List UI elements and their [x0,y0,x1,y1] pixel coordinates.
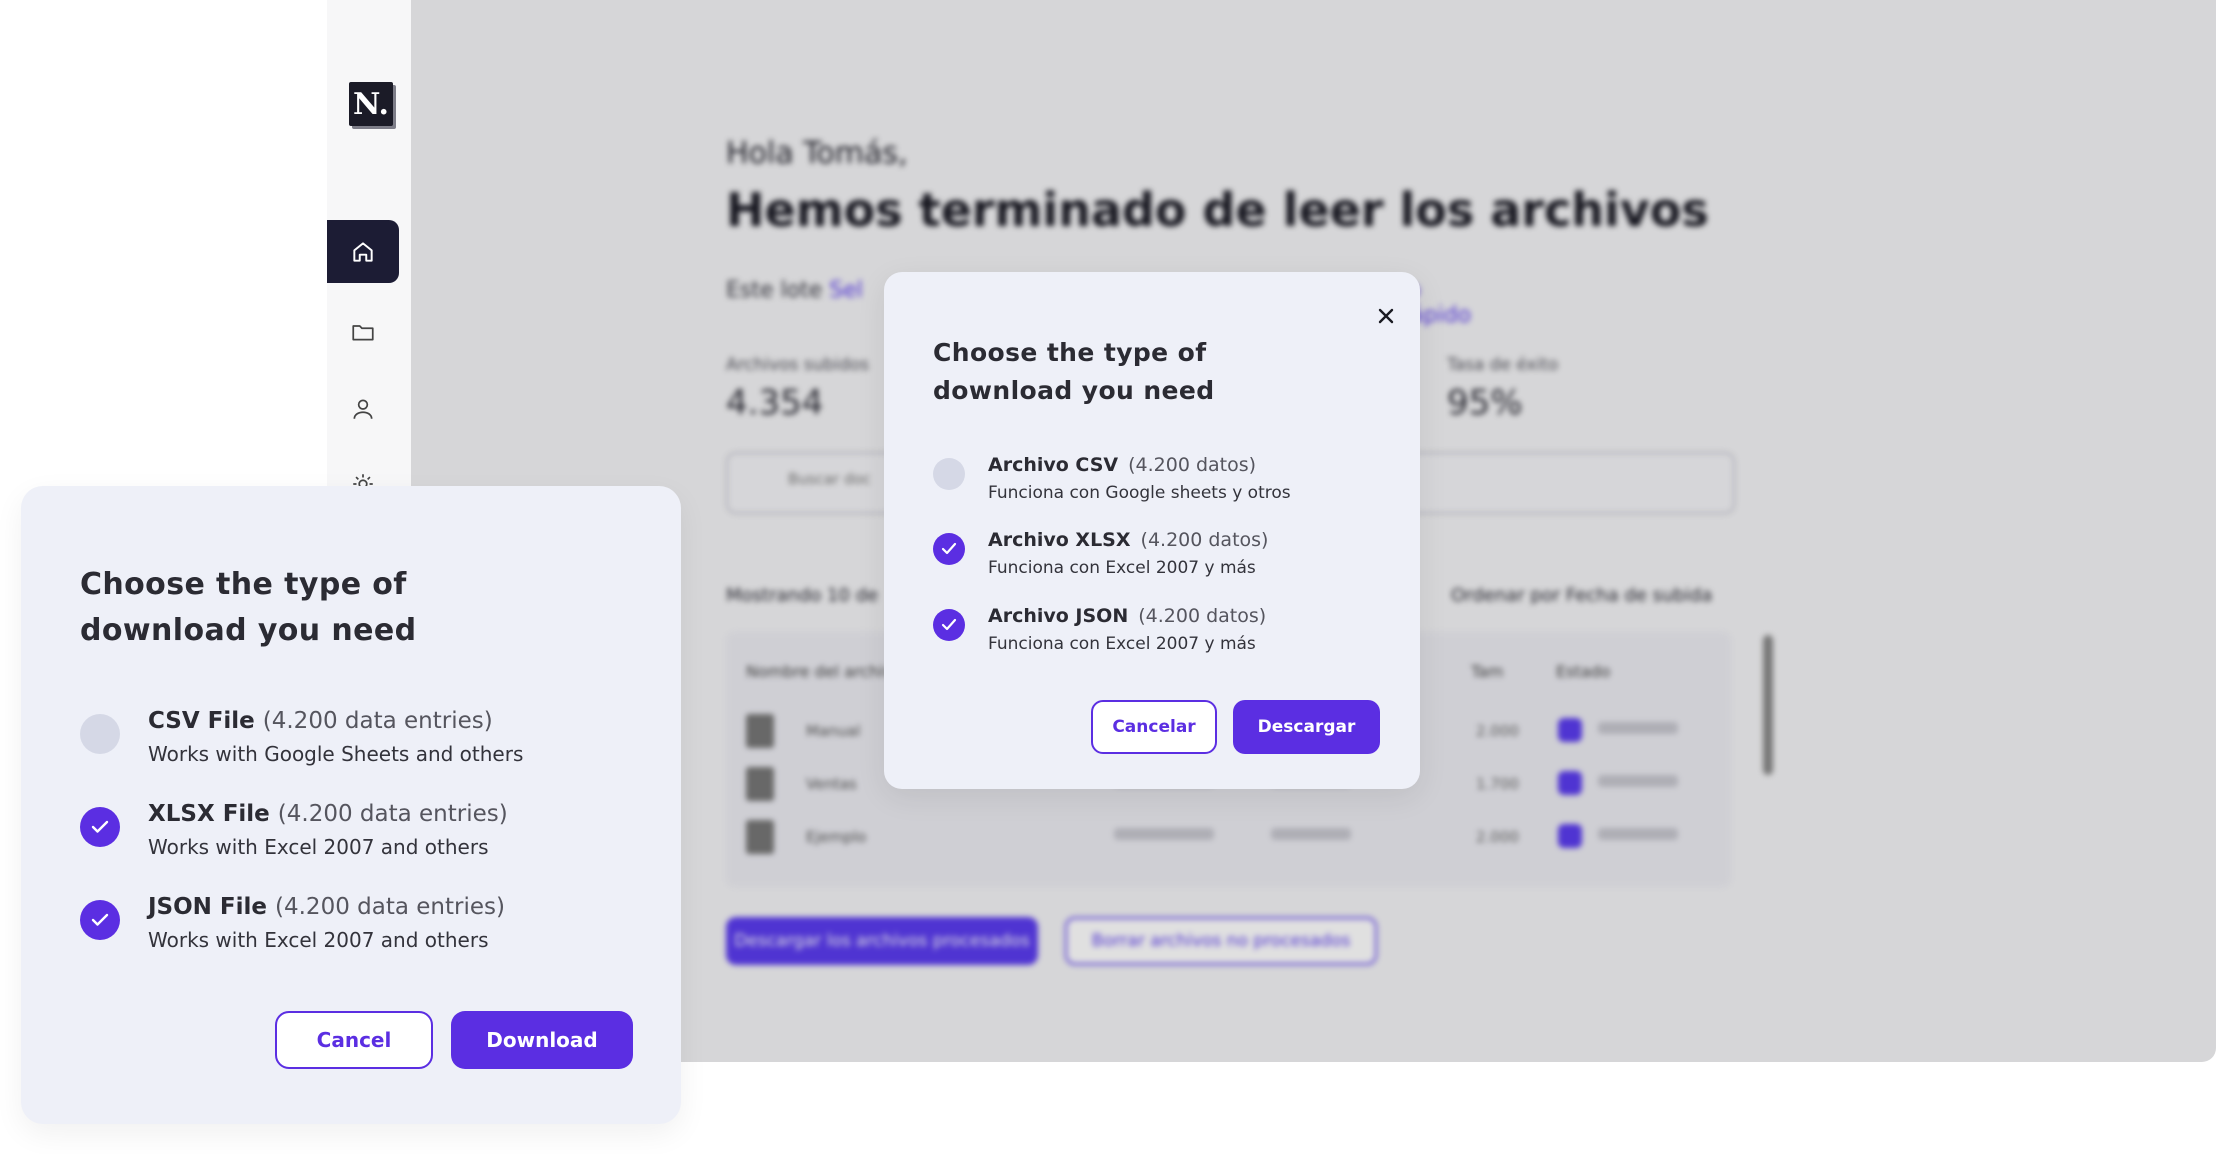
check-icon [941,542,957,555]
radio-unchecked[interactable] [933,458,965,490]
radio-checked[interactable] [933,533,965,565]
option-count: (4.200 datos) [1138,605,1267,627]
cancel-button[interactable]: Cancelar [1091,700,1217,754]
check-icon [91,820,109,833]
modal-title: Choose the type of download you need [80,567,417,648]
option-description: Funciona con Google sheets y otros [988,483,1291,503]
radio-checked[interactable] [80,900,120,940]
check-icon [91,913,109,926]
folder-icon [352,324,374,340]
option-count: (4.200 data entries) [275,894,505,920]
modal-title: Choose the type of download you need [933,338,1215,405]
option-name: Archivo CSV [988,454,1119,476]
option-name: JSON File [148,894,268,920]
option-count: (4.200 datos) [1140,529,1269,551]
download-button[interactable]: Descargar [1233,700,1380,754]
option-count: (4.200 datos) [1128,454,1257,476]
check-icon [941,618,957,631]
option-description: Funciona con Excel 2007 y más [988,634,1256,654]
option-count: (4.200 data entries) [262,708,493,734]
close-icon [1378,308,1394,324]
option-name: XLSX File [148,801,270,827]
app-logo: N. [349,82,393,126]
option-count: (4.200 data entries) [277,801,508,827]
option-description: Works with Google Sheets and others [148,742,524,766]
user-icon [353,398,373,419]
option-name: Archivo JSON [988,605,1129,627]
sidebar-item-profile[interactable] [327,377,399,440]
radio-checked[interactable] [80,807,120,847]
option-name: CSV File [148,708,255,734]
sidebar-item-folder[interactable] [327,300,399,363]
option-description: Works with Excel 2007 and others [148,835,489,859]
cancel-button[interactable]: Cancel [275,1011,433,1069]
option-description: Works with Excel 2007 and others [148,928,489,952]
close-button[interactable] [1372,302,1400,330]
download-button[interactable]: Download [451,1011,633,1069]
download-modal-es: Choose the type of download you need Arc… [884,272,1420,789]
option-description: Funciona con Excel 2007 y más [988,558,1256,578]
radio-checked[interactable] [933,609,965,641]
option-name: Archivo XLSX [988,529,1131,551]
sidebar-item-home[interactable] [327,220,399,283]
home-icon [353,241,373,262]
download-modal-en: Choose the type of download you need CSV… [21,486,681,1124]
radio-unchecked[interactable] [80,714,120,754]
